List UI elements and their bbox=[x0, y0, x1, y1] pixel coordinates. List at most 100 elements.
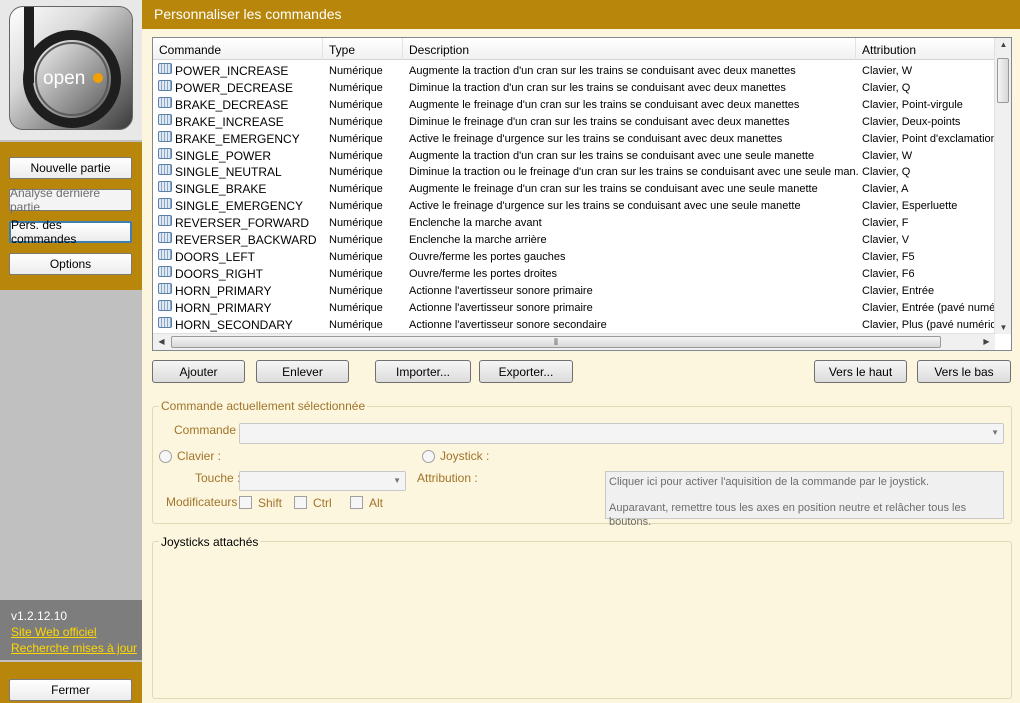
row-description: Diminue la traction ou le freinage d'un … bbox=[409, 166, 859, 179]
list-header: Commande Type Description Attribution bbox=[153, 38, 995, 60]
row-description: Augmente la traction d'un cran sur les t… bbox=[409, 65, 796, 77]
row-description: Actionne l'avertisseur sonore secondaire bbox=[409, 318, 607, 331]
keyboard-icon bbox=[158, 113, 172, 125]
shift-label: Shift bbox=[258, 496, 283, 510]
row-description: Ouvre/ferme les portes droites bbox=[409, 267, 557, 280]
row-command: BRAKE_DECREASE bbox=[175, 97, 289, 112]
row-type: Numérique bbox=[329, 284, 383, 297]
row-attribution: Clavier, A bbox=[862, 183, 909, 196]
row-description: Augmente la traction d'un cran sur les t… bbox=[409, 149, 815, 162]
table-row[interactable]: HORN_PRIMARY Numérique Actionne l'avertiss… bbox=[153, 282, 995, 300]
command-label: Commande : bbox=[174, 423, 243, 437]
row-type: Numérique bbox=[329, 149, 383, 162]
joystick-radio[interactable] bbox=[422, 450, 435, 463]
row-command: BRAKE_INCREASE bbox=[175, 114, 284, 129]
import-button[interactable]: Importer... bbox=[375, 360, 471, 383]
table-row[interactable]: SINGLE_BRAKE Numérique Augmente le freinag… bbox=[153, 181, 995, 198]
scroll-down-icon[interactable]: ▼ bbox=[995, 323, 1011, 332]
column-header-attribution[interactable]: Attribution bbox=[856, 38, 995, 60]
export-button[interactable]: Exporter... bbox=[479, 360, 573, 383]
table-row[interactable]: SINGLE_NEUTRAL Numérique Diminue la tracti… bbox=[153, 164, 995, 181]
row-attribution: Clavier, Point d'exclamation bbox=[862, 132, 995, 145]
table-row[interactable]: SINGLE_EMERGENCY Numérique Active le frein… bbox=[153, 198, 995, 215]
column-header-command[interactable]: Commande bbox=[153, 38, 323, 60]
joystick-capture-area[interactable]: Cliquer ici pour activer l'aquisition de… bbox=[605, 471, 1004, 528]
row-command: REVERSER_BACKWARD bbox=[175, 233, 317, 247]
keyboard-icon bbox=[158, 147, 172, 159]
official-website-link[interactable]: Site Web officiel bbox=[11, 624, 142, 640]
scroll-left-icon[interactable]: ◀ bbox=[153, 337, 170, 346]
row-type: Numérique bbox=[329, 234, 383, 246]
table-row[interactable]: REVERSER_BACKWARD Numérique Enclenche la m… bbox=[153, 232, 995, 249]
openbve-logo: open bbox=[9, 6, 133, 130]
row-type: Numérique bbox=[329, 217, 383, 230]
column-header-description[interactable]: Description bbox=[403, 38, 856, 60]
row-type: Numérique bbox=[329, 183, 383, 196]
horizontal-scrollbar[interactable]: ◀ ⦀ ▶ bbox=[153, 333, 995, 350]
row-type: Numérique bbox=[329, 200, 383, 213]
table-row[interactable]: DOORS_RIGHT Numérique Ouvre/ferme les port… bbox=[153, 265, 995, 283]
attribution-label: Attribution : bbox=[417, 471, 478, 485]
alt-checkbox[interactable] bbox=[350, 496, 363, 509]
shift-checkbox[interactable] bbox=[239, 496, 252, 509]
table-row[interactable]: DOORS_LEFT Numérique Ouvre/ferme les porte… bbox=[153, 248, 995, 266]
add-button[interactable]: Ajouter bbox=[152, 360, 245, 383]
row-attribution: Clavier, Point-virgule bbox=[862, 98, 963, 111]
row-attribution: Clavier, W bbox=[862, 65, 913, 77]
vertical-scroll-thumb[interactable] bbox=[997, 58, 1009, 103]
keyboard-icon bbox=[158, 164, 172, 176]
row-description: Diminue le freinage d'un cran sur les tr… bbox=[409, 115, 790, 128]
last-game-analysis-button[interactable]: Analyse dernière partie bbox=[9, 186, 132, 214]
table-row[interactable]: HORN_PRIMARY Numérique Actionne l'avertiss… bbox=[153, 299, 995, 317]
keyboard-icon bbox=[158, 198, 172, 210]
row-attribution: Clavier, Entrée bbox=[862, 284, 935, 297]
column-header-type[interactable]: Type bbox=[323, 38, 403, 60]
table-row[interactable]: REVERSER_FORWARD Numérique Enclenche la ma… bbox=[153, 215, 995, 232]
page-title: Personnaliser les commandes bbox=[142, 0, 1020, 29]
row-attribution: Clavier, Entrée (pavé numérique) bbox=[862, 301, 995, 314]
table-row[interactable]: HORN_SECONDARY Numérique Actionne l'averti… bbox=[153, 316, 995, 334]
remove-button[interactable]: Enlever bbox=[256, 360, 349, 383]
options-button[interactable]: Options bbox=[9, 253, 132, 275]
row-type: Numérique bbox=[329, 250, 383, 263]
row-attribution: Clavier, Plus (pavé numérique) bbox=[862, 318, 995, 331]
logo-text: open bbox=[43, 68, 85, 89]
table-row[interactable]: POWER_DECREASE Numérique Diminue la tracti… bbox=[153, 79, 995, 97]
vertical-scrollbar[interactable]: ▲ ▼ bbox=[994, 38, 1011, 334]
chevron-down-icon: ▼ bbox=[393, 476, 401, 485]
horizontal-scroll-thumb[interactable]: ⦀ bbox=[171, 336, 941, 348]
check-updates-link[interactable]: Recherche mises à jour bbox=[11, 640, 142, 656]
command-select[interactable]: ▼ bbox=[239, 423, 1004, 444]
table-row[interactable]: SINGLE_POWER Numérique Augmente la tractio… bbox=[153, 147, 995, 165]
sidebar: open Nouvelle partie Analyse dernière pa… bbox=[0, 0, 142, 703]
table-row[interactable]: BRAKE_INCREASE Numérique Diminue le freina… bbox=[153, 113, 995, 131]
scroll-right-icon[interactable]: ▶ bbox=[978, 337, 995, 346]
commands-list[interactable]: Commande Type Description Attribution PO… bbox=[152, 37, 1012, 351]
ctrl-checkbox[interactable] bbox=[294, 496, 307, 509]
key-select[interactable]: ▼ bbox=[239, 471, 406, 491]
table-row[interactable]: BRAKE_DECREASE Numérique Augmente le frein… bbox=[153, 96, 995, 114]
version-area: v1.2.12.10 Site Web officiel Recherche m… bbox=[0, 600, 142, 660]
close-button[interactable]: Fermer bbox=[9, 679, 132, 701]
version-label: v1.2.12.10 bbox=[11, 609, 68, 623]
row-command: SINGLE_NEUTRAL bbox=[175, 165, 282, 180]
keyboard-icon bbox=[158, 316, 172, 328]
move-down-button[interactable]: Vers le bas bbox=[917, 360, 1011, 383]
ctrl-label: Ctrl bbox=[313, 496, 332, 510]
keyboard-icon bbox=[158, 79, 172, 91]
keyboard-label: Clavier : bbox=[177, 449, 222, 463]
row-type: Numérique bbox=[329, 81, 383, 94]
keyboard-radio[interactable] bbox=[159, 450, 172, 463]
keyboard-icon bbox=[158, 282, 172, 294]
row-command: SINGLE_EMERGENCY bbox=[175, 199, 304, 214]
move-up-button[interactable]: Vers le haut bbox=[814, 360, 907, 383]
row-type: Numérique bbox=[329, 65, 383, 77]
row-type: Numérique bbox=[329, 115, 383, 128]
table-row[interactable]: POWER_INCREASE Numérique Augmente la tract… bbox=[153, 63, 995, 80]
row-command: BRAKE_EMERGENCY bbox=[175, 131, 300, 146]
table-row[interactable]: BRAKE_EMERGENCY Numérique Active le freina… bbox=[153, 130, 995, 148]
scroll-up-icon[interactable]: ▲ bbox=[995, 40, 1011, 49]
customize-controls-button[interactable]: Pers. des commandes bbox=[9, 218, 132, 246]
row-attribution: Clavier, W bbox=[862, 149, 913, 162]
new-game-button[interactable]: Nouvelle partie bbox=[9, 157, 132, 179]
